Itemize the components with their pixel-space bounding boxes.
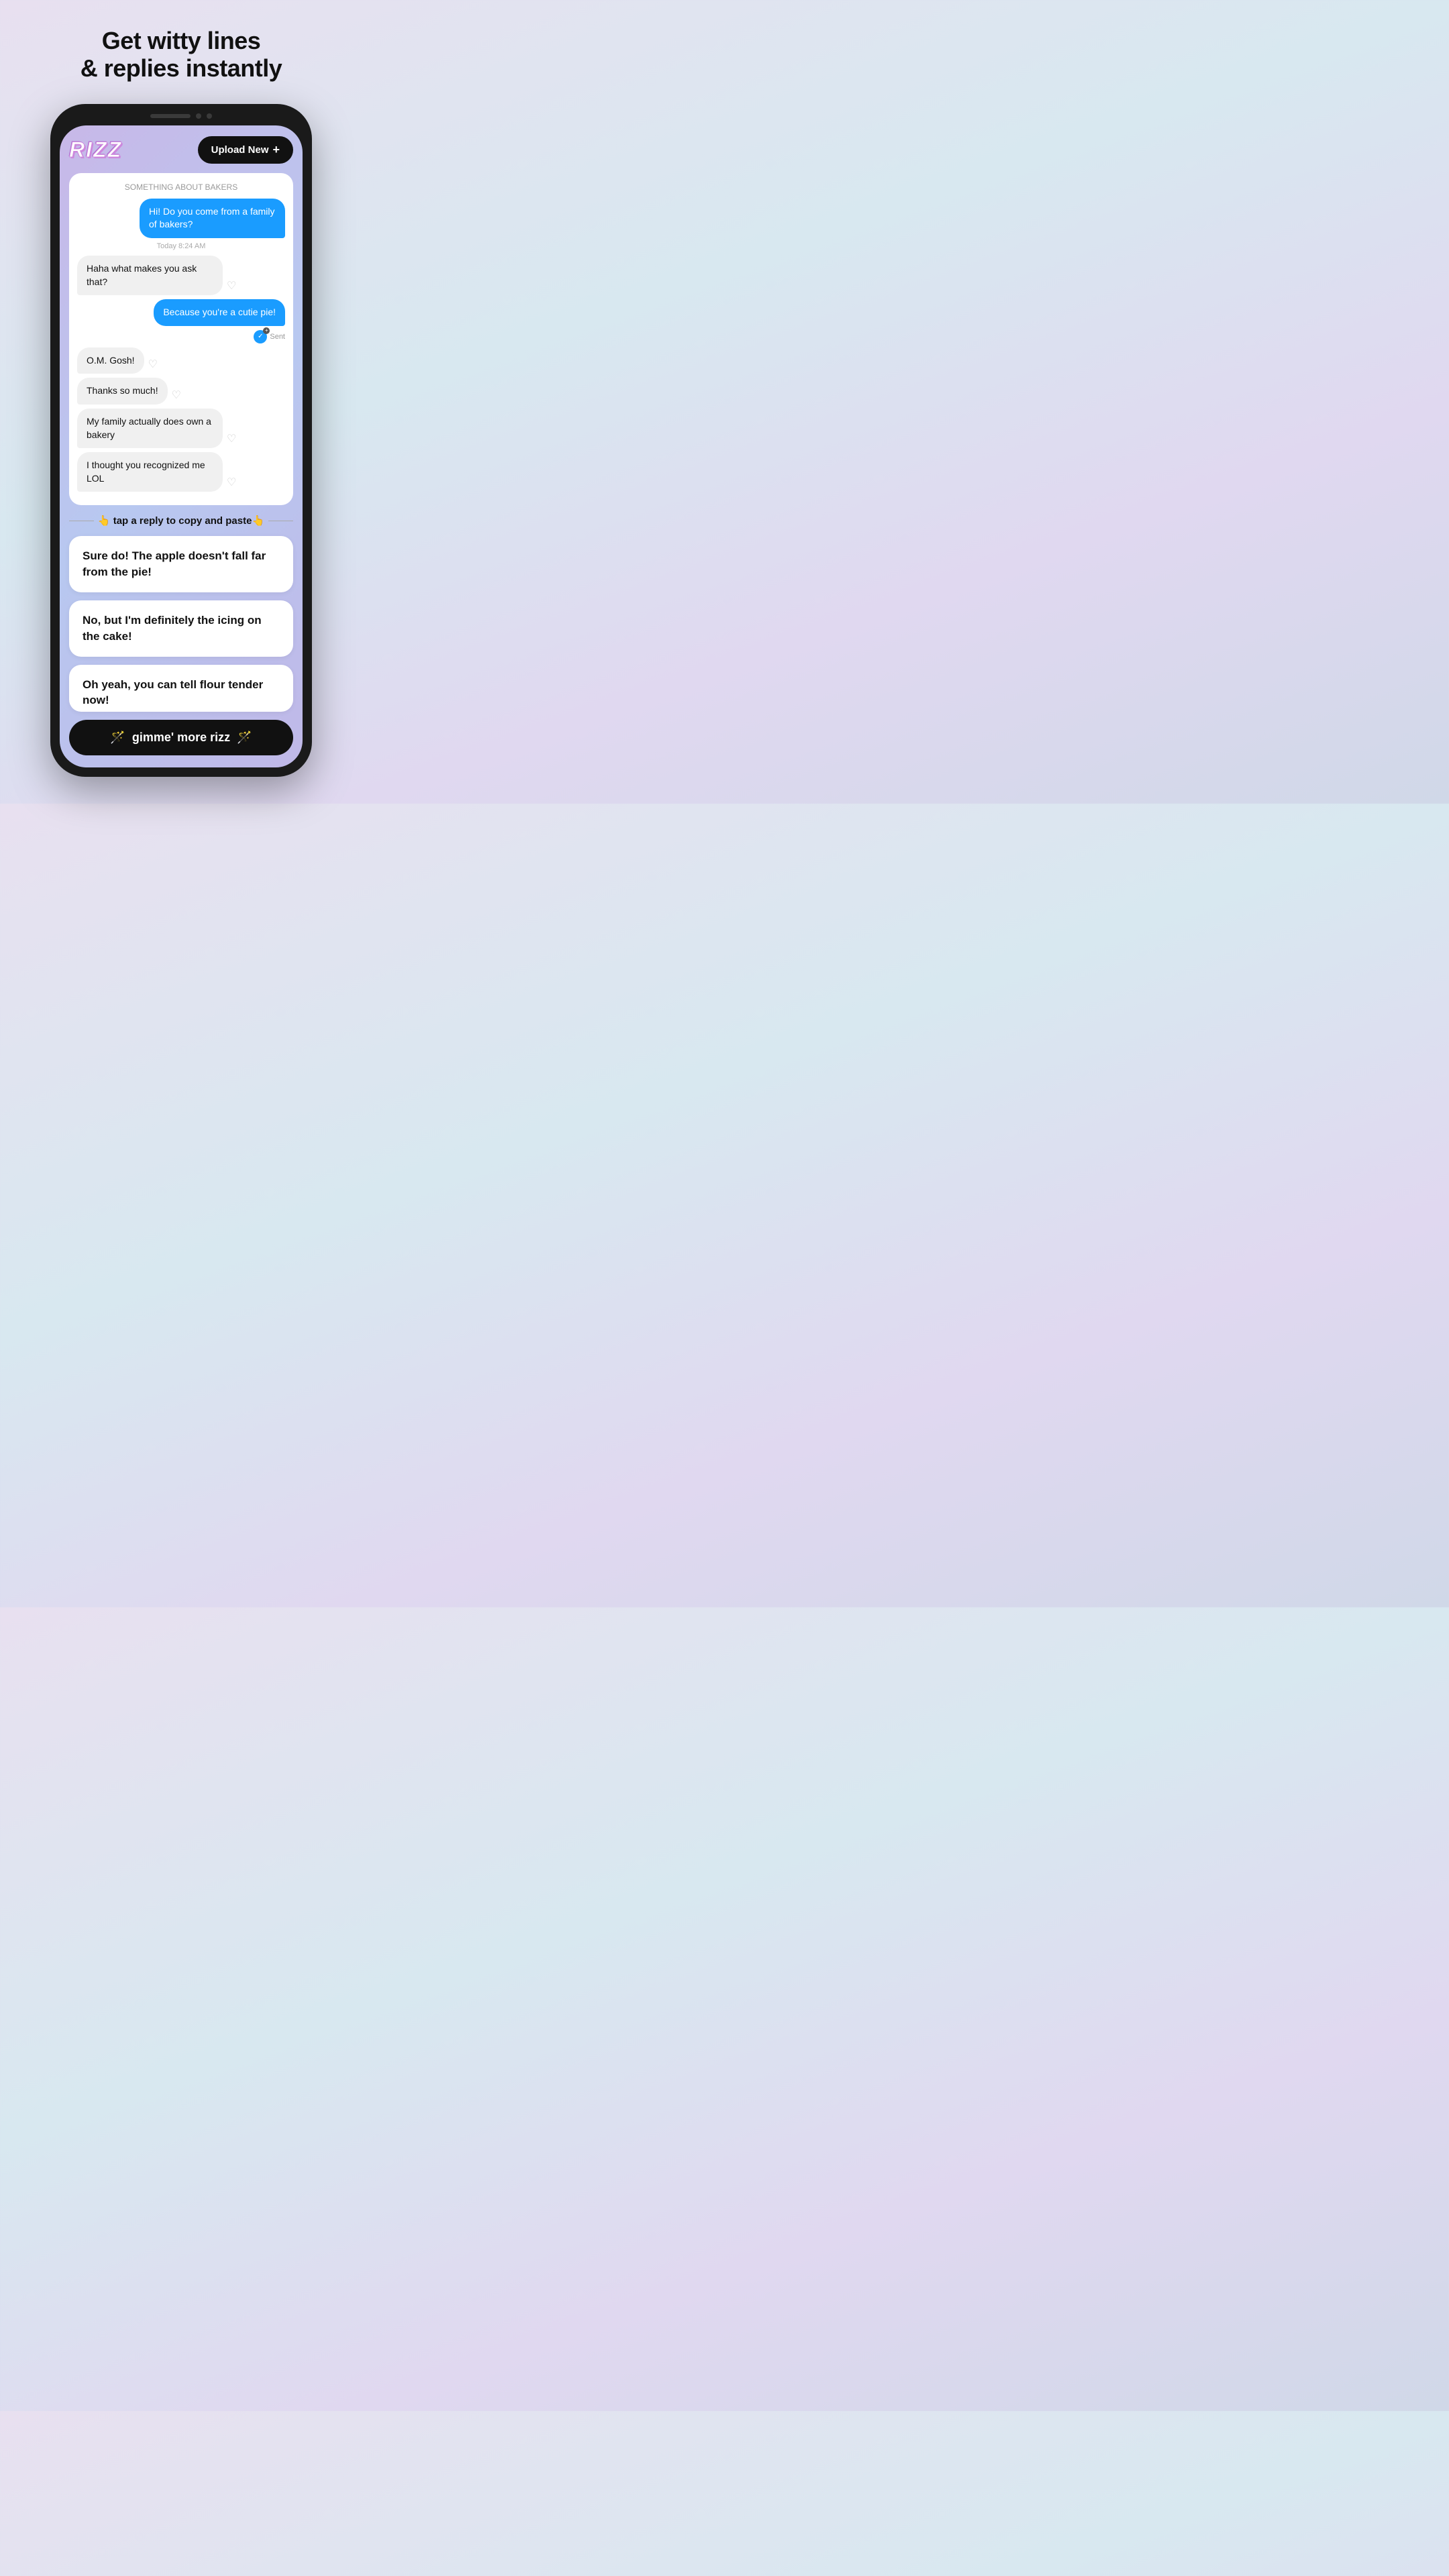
reply-card-3-text: Oh yeah, you can tell flour tender now! <box>83 677 280 709</box>
bubble-received-2: O.M. Gosh! <box>77 347 144 374</box>
notch-dot2 <box>207 113 212 119</box>
tap-line-right <box>268 521 293 522</box>
reply-card-2-text: No, but I'm definitely the icing on the … <box>83 612 280 645</box>
timestamp: Today 8:24 AM <box>77 242 285 250</box>
reply-card-1[interactable]: Sure do! The apple doesn't fall far from… <box>69 536 293 592</box>
reply-card-3-partial[interactable]: Oh yeah, you can tell flour tender now! <box>69 665 293 712</box>
message-row-received-5: I thought you recognized me LOL ♡ <box>77 452 285 492</box>
bubble-received-4: My family actually does own a bakery <box>77 409 223 448</box>
gimme-btn-label: gimme' more rizz <box>132 731 230 745</box>
bubble-sent-2: Because you're a cutie pie! <box>154 299 285 326</box>
chat-area: SOMETHING ABOUT BAKERS Hi! Do you come f… <box>69 173 293 506</box>
bubble-received-1: Haha what makes you ask that? <box>77 256 223 295</box>
message-row-received-1: Haha what makes you ask that? ♡ <box>77 256 285 295</box>
headline-line1: Get witty lines <box>102 27 261 54</box>
notch-dot <box>196 113 201 119</box>
message-row-received-4: My family actually does own a bakery ♡ <box>77 409 285 448</box>
headline: Get witty lines & replies instantly <box>80 27 282 83</box>
tap-line-left <box>69 521 94 522</box>
reply-card-2[interactable]: No, but I'm definitely the icing on the … <box>69 600 293 657</box>
tap-instruction-text: 👆 tap a reply to copy and paste👆 <box>98 515 264 527</box>
sent-label: Sent <box>270 333 285 341</box>
heart-icon-5: ♡ <box>227 476 236 489</box>
upload-btn-label: Upload New <box>211 144 269 156</box>
chat-partial-header: SOMETHING ABOUT BAKERS <box>77 182 285 192</box>
message-row-received-2: O.M. Gosh! ♡ <box>77 347 285 374</box>
bubble-received-3: Thanks so much! <box>77 378 168 405</box>
phone-mockup: RIZZ Upload New + SOMETHING ABOUT BAKERS… <box>50 104 312 777</box>
sent-indicator: ✓ Sent <box>77 330 285 343</box>
bubble-received-5: I thought you recognized me LOL <box>77 452 223 492</box>
phone-screen: RIZZ Upload New + SOMETHING ABOUT BAKERS… <box>60 125 303 767</box>
bubble-sent-1: Hi! Do you come from a family of bakers? <box>140 199 285 238</box>
upload-plus-icon: + <box>272 143 280 157</box>
app-header: RIZZ Upload New + <box>69 136 293 164</box>
sent-check-icon: ✓ <box>254 330 267 343</box>
heart-icon-2: ♡ <box>148 358 158 371</box>
reply-card-1-text: Sure do! The apple doesn't fall far from… <box>83 548 280 580</box>
message-row-sent-1: Hi! Do you come from a family of bakers? <box>77 199 285 238</box>
heart-icon-4: ♡ <box>227 432 236 445</box>
heart-icon-1: ♡ <box>227 279 236 292</box>
notch-pill <box>150 114 191 118</box>
wand-icon-left: 🪄 <box>110 731 125 745</box>
rizz-logo: RIZZ <box>69 138 122 162</box>
gimme-more-rizz-button[interactable]: 🪄 gimme' more rizz 🪄 <box>69 720 293 755</box>
message-row-received-3: Thanks so much! ♡ <box>77 378 285 405</box>
message-row-sent-2: Because you're a cutie pie! <box>77 299 285 326</box>
heart-icon-3: ♡ <box>172 388 181 402</box>
tap-instruction: 👆 tap a reply to copy and paste👆 <box>69 515 293 527</box>
headline-line2: & replies instantly <box>80 54 282 82</box>
wand-icon-right: 🪄 <box>237 731 252 745</box>
upload-new-button[interactable]: Upload New + <box>198 136 293 164</box>
phone-notch <box>60 113 303 119</box>
